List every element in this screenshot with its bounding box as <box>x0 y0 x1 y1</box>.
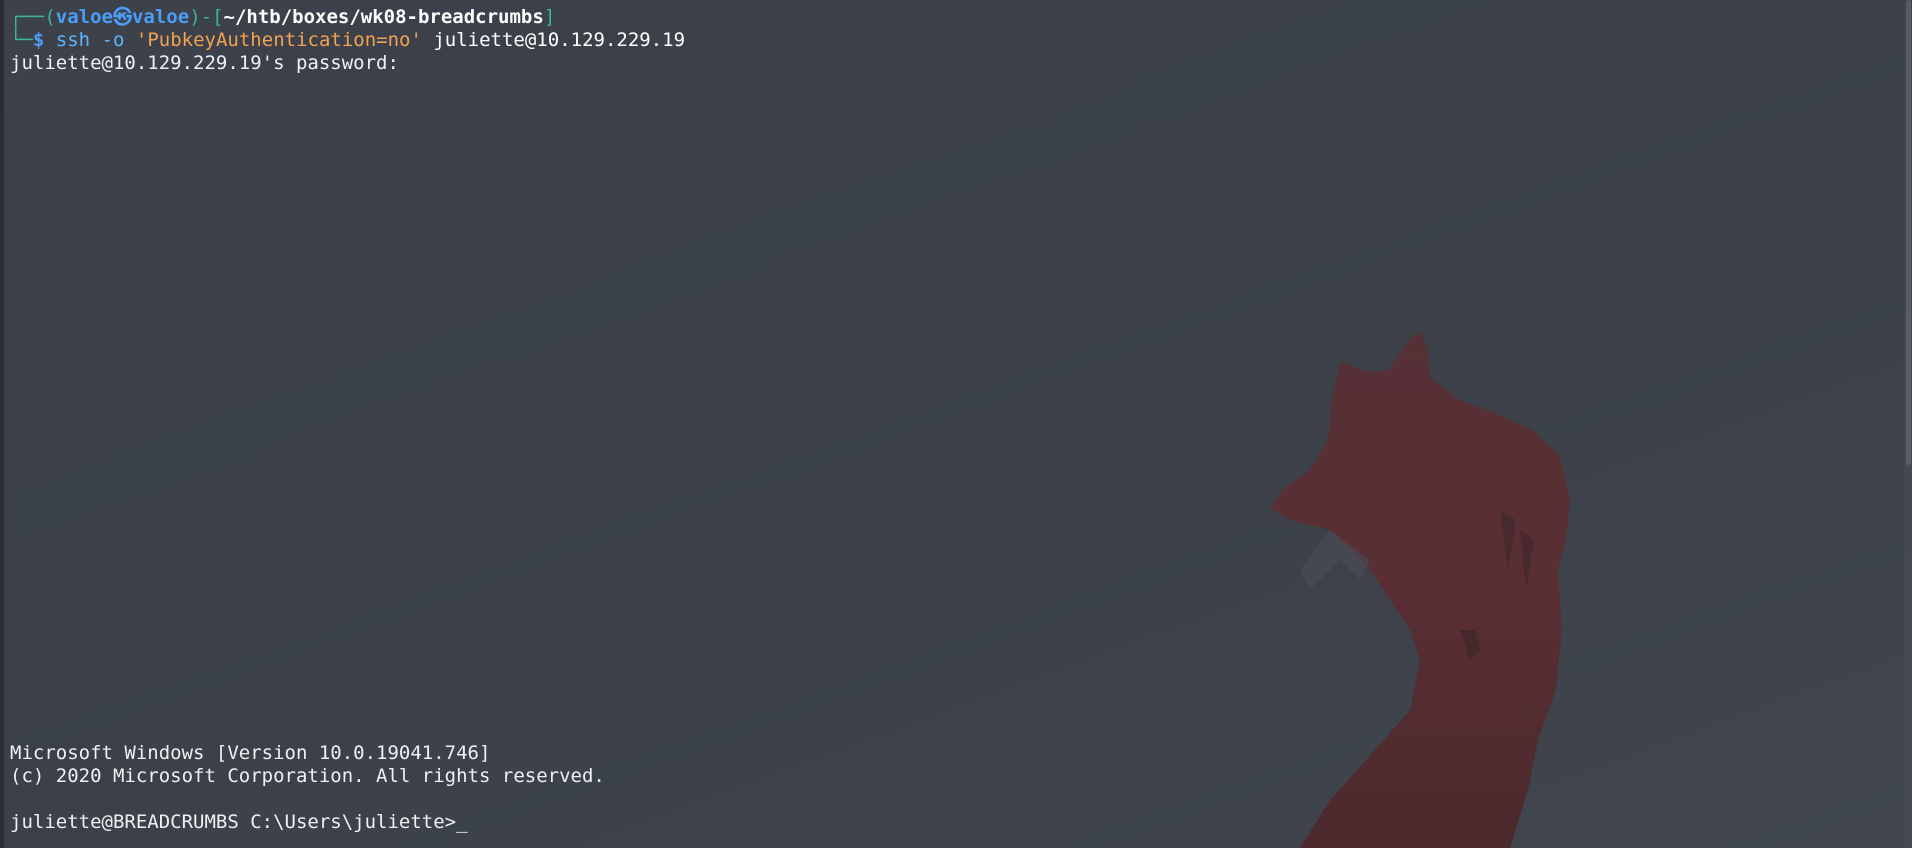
scrollbar-thumb[interactable] <box>1906 0 1911 465</box>
window-edge <box>0 0 4 848</box>
prompt-host: valoe <box>131 6 190 28</box>
prompt-corner-bottom: └─ <box>10 29 33 51</box>
terminal-window[interactable]: ┌──(valoe㉿valoe)-[~/htb/boxes/wk08-bread… <box>0 0 1912 848</box>
cmd-prompt: juliette@BREADCRUMBS C:\Users\juliette> <box>10 811 457 833</box>
command-line: └─$ ssh -o 'PubkeyAuthentication=no' jul… <box>10 29 1892 52</box>
prompt-user: valoe <box>55 6 113 28</box>
password-prompt: juliette@10.129.229.19's password: <box>10 52 399 74</box>
windows-session-output: Microsoft Windows [Version 10.0.19041.74… <box>10 742 605 834</box>
shell-prompt-line: ┌──(valoe㉿valoe)-[~/htb/boxes/wk08-bread… <box>10 6 1892 29</box>
prompt-dollar: $ <box>32 29 45 51</box>
windows-version-line: Microsoft Windows [Version 10.0.19041.74… <box>10 742 491 764</box>
cmd-prompt-line[interactable]: juliette@BREADCRUMBS C:\Users\juliette>_ <box>10 811 605 834</box>
prompt-at-symbol: ㉿ <box>112 6 132 28</box>
prompt-end: ] <box>543 6 556 28</box>
text-cursor: _ <box>456 811 468 833</box>
fox-wallpaper-icon <box>1270 332 1570 848</box>
terminal-output: ┌──(valoe㉿valoe)-[~/htb/boxes/wk08-bread… <box>10 6 1892 75</box>
prompt-mid: )-[ <box>189 6 224 28</box>
command-flag: -o <box>101 29 125 51</box>
command-option: 'PubkeyAuthentication=no' <box>135 29 422 51</box>
windows-copyright-line: (c) 2020 Microsoft Corporation. All righ… <box>10 765 605 787</box>
prompt-path: ~/htb/boxes/wk08-breadcrumbs <box>223 6 544 28</box>
scrollbar[interactable] <box>1904 0 1912 848</box>
command-target: juliette@10.129.229.19 <box>433 29 686 51</box>
prompt-corner-top: ┌──( <box>10 6 56 28</box>
command-program: ssh <box>55 29 91 51</box>
